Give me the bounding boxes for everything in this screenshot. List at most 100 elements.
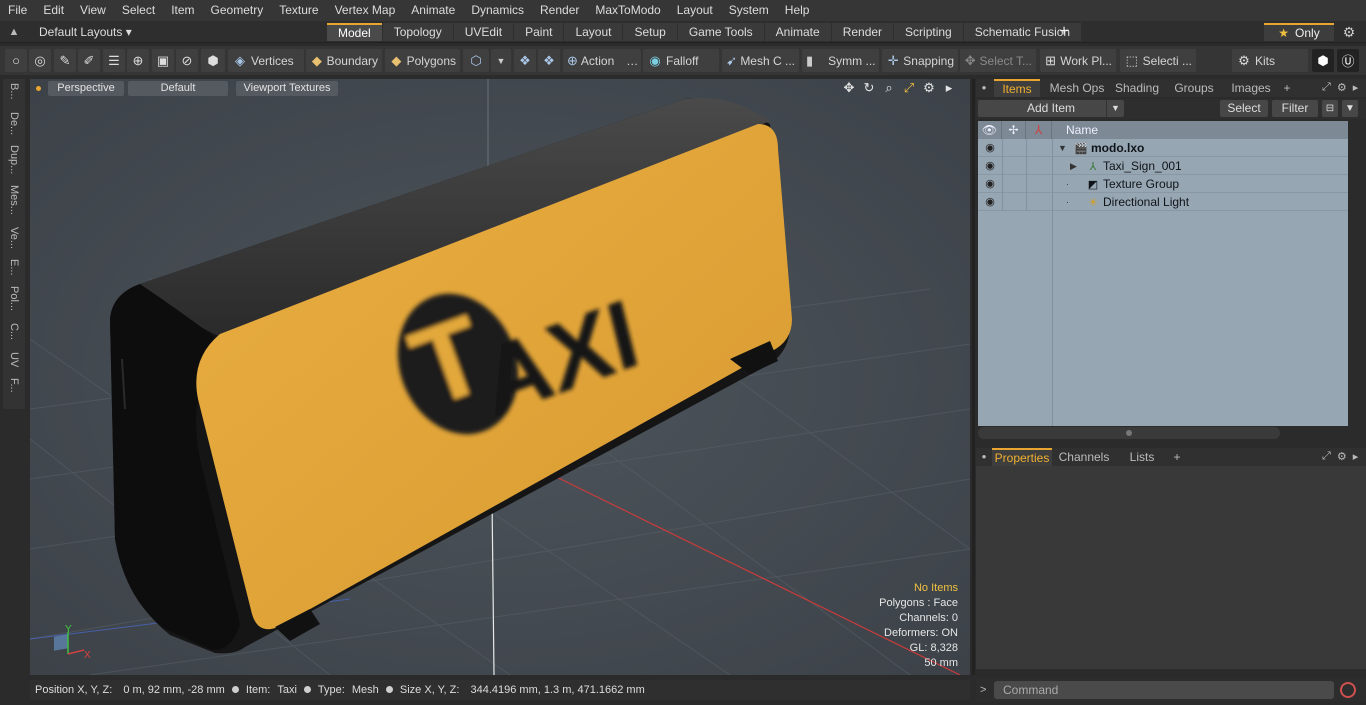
polygons-button[interactable]: ◆ Polygons bbox=[385, 49, 460, 72]
command-history-chevron-icon[interactable]: > bbox=[980, 679, 986, 701]
viewport-gear-icon[interactable]: ⚙ bbox=[922, 80, 936, 96]
brush-button[interactable]: ✐ bbox=[78, 49, 100, 72]
orbit-icon[interactable]: ↻ bbox=[862, 80, 876, 96]
expand-arrow-icon[interactable]: ▸ bbox=[942, 80, 956, 96]
menu-file[interactable]: File bbox=[0, 0, 35, 21]
side-tab-deform[interactable]: De... bbox=[3, 112, 25, 140]
mode-dropdown-button[interactable]: ▼ bbox=[491, 49, 511, 72]
action-center-button[interactable]: ⊕ Action… bbox=[563, 49, 641, 72]
unity-button[interactable]: ⬢ bbox=[1312, 49, 1334, 72]
side-tab-duplicate[interactable]: Dup... bbox=[3, 145, 25, 183]
falloff-button[interactable]: ◉ Falloff bbox=[643, 49, 719, 72]
shield-button[interactable]: ⬢ bbox=[201, 49, 225, 72]
item-row-scene[interactable]: ◉ ▼ 🎬 modo.lxo bbox=[978, 139, 1348, 157]
visibility-eye-icon[interactable]: 👁 bbox=[978, 121, 1002, 139]
menu-view[interactable]: View bbox=[72, 0, 114, 21]
menu-select[interactable]: Select bbox=[114, 0, 163, 21]
funnel-filter-icon[interactable]: ▼ bbox=[1342, 100, 1358, 117]
menu-maxtomodo[interactable]: MaxToModo bbox=[587, 0, 668, 21]
symmetry-button[interactable]: ▮ Symm ... bbox=[802, 49, 879, 72]
panel-gear-icon[interactable]: ⚙ bbox=[1337, 450, 1347, 463]
chevron-down-icon[interactable]: ▼ bbox=[1106, 100, 1124, 117]
side-tab-uv[interactable]: UV bbox=[3, 352, 25, 374]
menu-system[interactable]: System bbox=[721, 0, 777, 21]
menu-texture[interactable]: Texture bbox=[271, 0, 326, 21]
menu-layout[interactable]: Layout bbox=[669, 0, 721, 21]
menu-render[interactable]: Render bbox=[532, 0, 587, 21]
tab-layout[interactable]: Layout bbox=[564, 23, 623, 41]
tab-mesh-ops[interactable]: Mesh Ops bbox=[1044, 79, 1110, 97]
perspective-button[interactable]: Perspective bbox=[48, 81, 124, 96]
tab-properties[interactable]: Properties bbox=[992, 448, 1052, 466]
tab-uvedit[interactable]: UVEdit bbox=[453, 23, 514, 41]
visibility-eye-icon[interactable]: ◉ bbox=[982, 196, 998, 208]
tab-scripting[interactable]: Scripting bbox=[894, 23, 963, 41]
menu-animate[interactable]: Animate bbox=[403, 0, 463, 21]
tab-paint[interactable]: Paint bbox=[514, 23, 564, 41]
add-panel-tab-plus-icon[interactable]: + bbox=[1170, 448, 1184, 466]
tab-setup[interactable]: Setup bbox=[623, 23, 677, 41]
menu-dynamics[interactable]: Dynamics bbox=[463, 0, 532, 21]
menu-vertex-map[interactable]: Vertex Map bbox=[327, 0, 404, 21]
expand-triangle-icon[interactable]: ▼ bbox=[1058, 139, 1067, 157]
side-tab-mesh-edit[interactable]: Mes... bbox=[3, 185, 25, 221]
pen-button[interactable]: ✎ bbox=[54, 49, 76, 72]
pan-move-icon[interactable]: ✥ bbox=[842, 80, 856, 96]
tab-render[interactable]: Render bbox=[831, 23, 894, 41]
side-tab-curve[interactable]: C... bbox=[3, 323, 25, 347]
filter-button[interactable]: Filter bbox=[1272, 100, 1318, 117]
viewport-textures-button[interactable]: Viewport Textures bbox=[236, 81, 338, 96]
tab-topology[interactable]: Topology bbox=[382, 23, 453, 41]
panel-expand-icon[interactable]: ⤢ bbox=[1322, 450, 1331, 463]
align-button[interactable]: ☰ bbox=[103, 49, 125, 72]
lock-toggle-icon[interactable]: ✢ bbox=[1002, 121, 1026, 139]
work-plane-button[interactable]: ⊞ Work Pl... bbox=[1040, 49, 1116, 72]
add-tab-plus-icon[interactable]: + bbox=[1056, 23, 1072, 41]
layouts-dropdown[interactable]: Default Layouts ▾ bbox=[39, 21, 132, 43]
panel-arrow-icon[interactable]: ▸ bbox=[1353, 450, 1359, 463]
panel-divider[interactable] bbox=[972, 79, 975, 675]
visibility-eye-icon[interactable]: ◉ bbox=[982, 142, 998, 154]
tab-groups[interactable]: Groups bbox=[1166, 79, 1222, 97]
item-row-light[interactable]: ◉ · ☀ Directional Light bbox=[978, 193, 1348, 211]
select-circle-button[interactable]: ○ bbox=[5, 49, 27, 72]
3d-viewport[interactable]: T AXI Y X Perspective Default Viewport T… bbox=[30, 79, 970, 675]
material-button[interactable]: ❖ bbox=[514, 49, 536, 72]
select-button[interactable]: Select bbox=[1220, 100, 1268, 117]
tab-model[interactable]: Model bbox=[327, 23, 382, 41]
side-tab-polygon[interactable]: Pol... bbox=[3, 286, 25, 320]
unreal-button[interactable]: Ⓤ bbox=[1337, 49, 1359, 72]
command-input[interactable] bbox=[994, 681, 1334, 699]
menu-help[interactable]: Help bbox=[777, 0, 818, 21]
maximize-icon[interactable]: ⤢ bbox=[902, 80, 916, 96]
panel-arrow-icon[interactable]: ▸ bbox=[1353, 81, 1359, 94]
viewport-menu-dot-icon[interactable] bbox=[36, 86, 41, 91]
zoom-search-icon[interactable]: ⌕ bbox=[882, 80, 896, 96]
only-button[interactable]: ★ Only bbox=[1264, 23, 1334, 41]
material-alt-button[interactable]: ❖ bbox=[538, 49, 560, 72]
panel-expand-icon[interactable]: ⤢ bbox=[1322, 81, 1331, 94]
record-macro-icon[interactable] bbox=[1340, 682, 1356, 698]
globe-button[interactable]: ◎ bbox=[29, 49, 51, 72]
gear-icon[interactable]: ⚙ bbox=[1340, 23, 1358, 41]
visibility-eye-icon[interactable]: ◉ bbox=[982, 178, 998, 190]
collapse-arrow-icon[interactable]: ▲ bbox=[7, 25, 21, 39]
tab-items[interactable]: Items bbox=[994, 79, 1040, 97]
panel-menu-dot-icon[interactable]: ● bbox=[978, 79, 990, 97]
vertices-button[interactable]: ◈ Vertices bbox=[228, 49, 304, 72]
tab-animate[interactable]: Animate bbox=[764, 23, 831, 41]
menu-item[interactable]: Item bbox=[163, 0, 202, 21]
tab-lists[interactable]: Lists bbox=[1118, 448, 1166, 466]
selection-sets-button[interactable]: ⬚ Selecti ... bbox=[1120, 49, 1196, 72]
side-tab-vertex[interactable]: Ve... bbox=[3, 227, 25, 253]
add-panel-tab-plus-icon[interactable]: + bbox=[1280, 79, 1294, 97]
side-tab-fusion[interactable]: F... bbox=[3, 378, 25, 404]
tab-images[interactable]: Images bbox=[1226, 79, 1276, 97]
center-button[interactable]: ⊕ bbox=[127, 49, 149, 72]
kits-button[interactable]: ⚙ Kits bbox=[1232, 49, 1308, 72]
expand-triangle-icon[interactable]: ▶ bbox=[1070, 157, 1077, 175]
item-row-mesh[interactable]: ◉ ▶ ⅄ Taxi_Sign_001 bbox=[978, 157, 1348, 175]
tab-shading[interactable]: Shading bbox=[1112, 79, 1162, 97]
name-column-header[interactable]: Name bbox=[1052, 121, 1348, 139]
panel-gear-icon[interactable]: ⚙ bbox=[1337, 81, 1347, 94]
